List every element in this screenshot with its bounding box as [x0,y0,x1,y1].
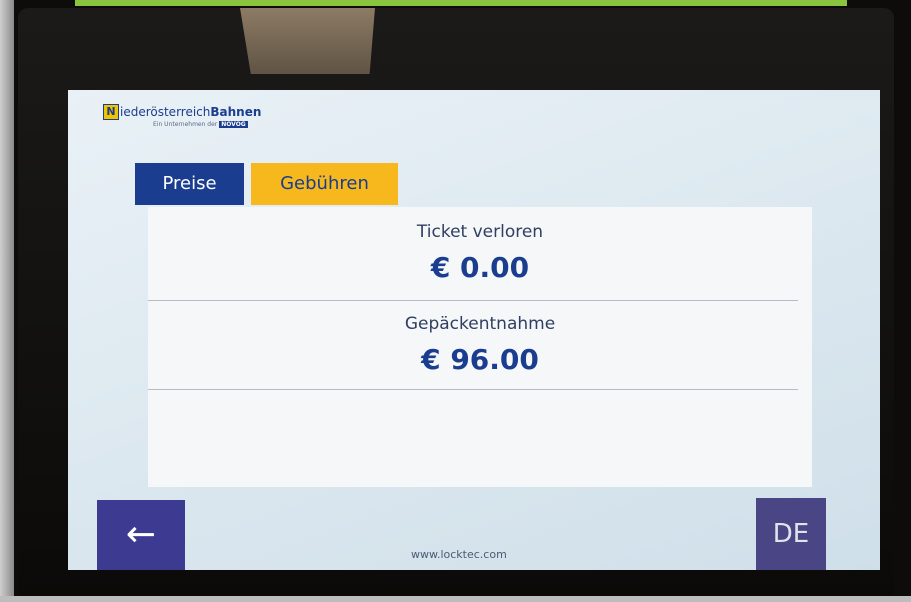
back-button[interactable]: ← [97,500,185,570]
fee-label: Gepäckentnahme [404,314,556,334]
device-sticker [240,8,375,74]
fees-panel: Ticket verloren € 0.00 Gepäckentnahme € … [148,207,812,487]
device-edge-left [0,0,14,602]
device-top-strip [75,0,847,6]
device-edge-bottom [0,596,911,602]
logo-n-icon: N [103,104,119,120]
fee-price: € 96.00 [421,343,539,376]
brand-subtitle: Ein Unternehmen der NÖVOG [153,121,248,128]
fee-row: Ticket verloren € 0.00 [148,207,812,299]
brand-name: iederösterreichBahnen [120,105,262,119]
language-button[interactable]: DE [756,498,826,570]
arrow-left-icon: ← [125,514,157,555]
brand-logo: N iederösterreichBahnen Ein Unternehmen … [103,104,261,128]
fee-label: Ticket verloren [416,222,544,242]
kiosk-screen: N iederösterreichBahnen Ein Unternehmen … [68,90,880,570]
novog-logo: NÖVOG [219,121,248,128]
tab-gebuehren[interactable]: Gebühren [251,163,398,205]
fee-row: Gepäckentnahme € 96.00 [148,299,812,389]
row-divider [148,389,798,390]
tab-preise[interactable]: Preise [135,163,244,205]
footer-url: www.locktec.com [411,548,507,561]
fee-price: € 0.00 [430,251,530,284]
